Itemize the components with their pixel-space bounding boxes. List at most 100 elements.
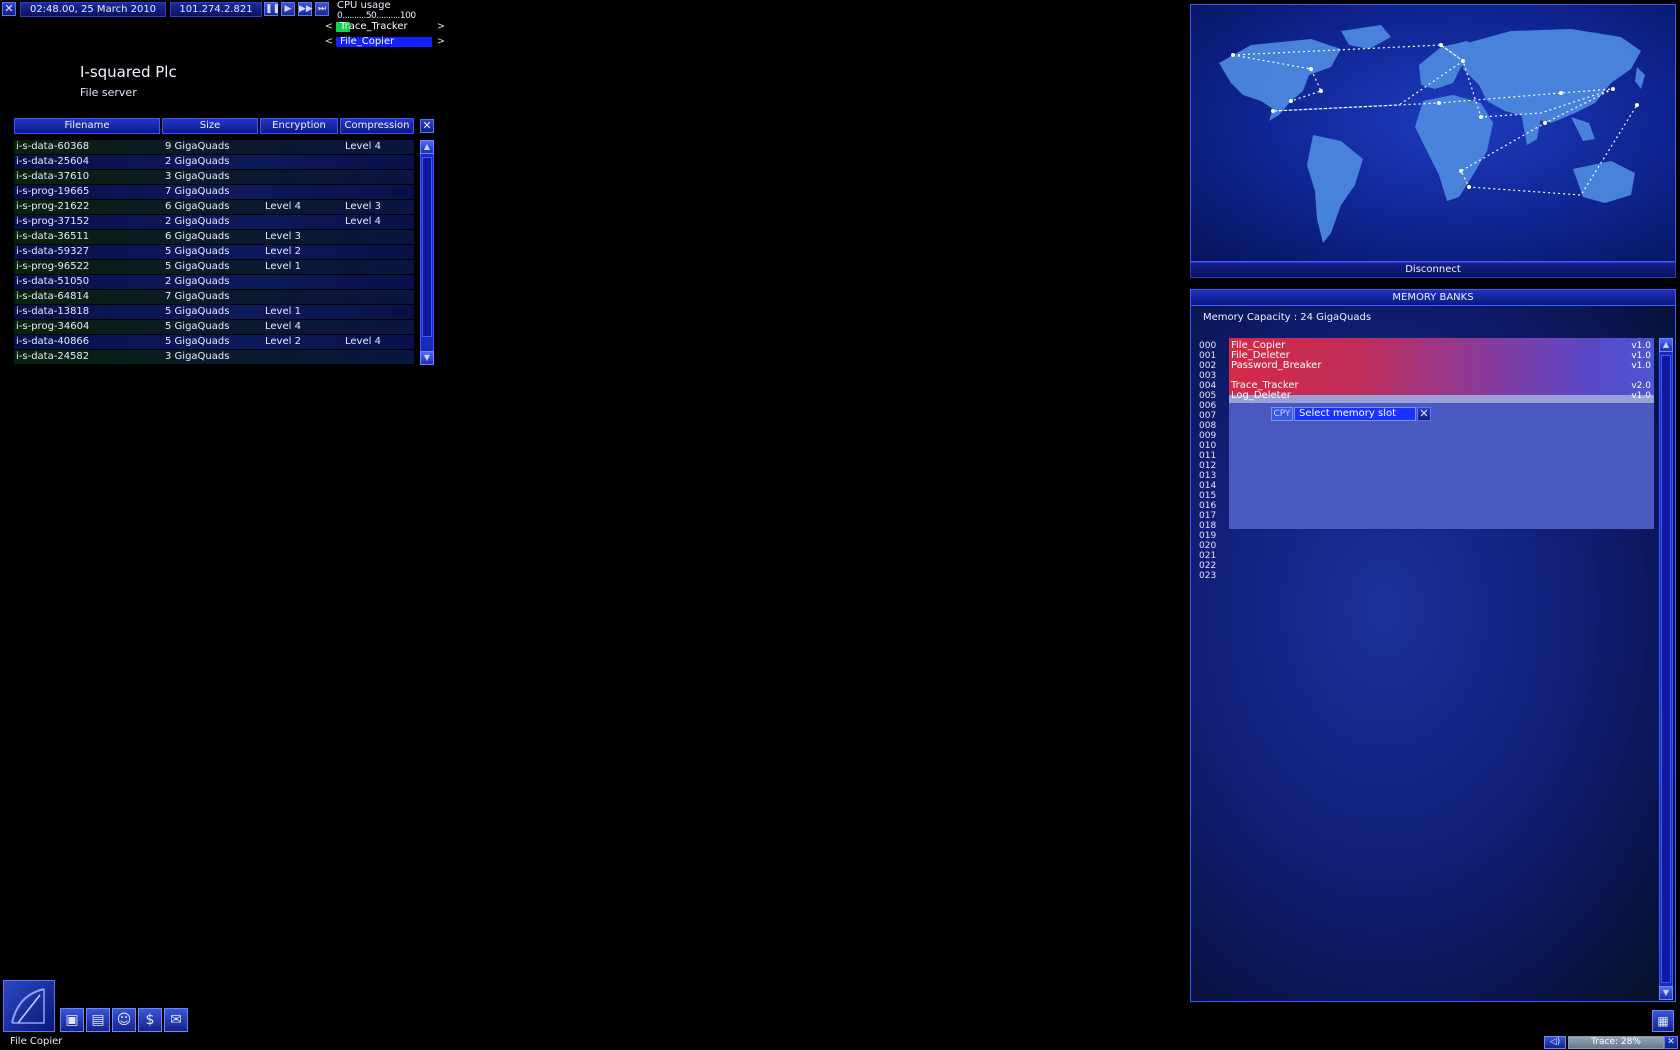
table-row[interactable]: i-s-prog-19665 7 GigaQuads <box>14 185 414 199</box>
trace-sound-icon[interactable]: ◁) <box>1544 1036 1566 1049</box>
cpu-usage-label: CPU usage <box>337 0 391 11</box>
mega-fast-forward-icon[interactable]: ⏭ <box>315 2 329 16</box>
memory-program-version: v1.0 <box>1631 351 1651 361</box>
file-size: 5 GigaQuads <box>165 246 230 257</box>
memory-slot-number: 009 <box>1199 431 1217 441</box>
hardware-icon[interactable]: ▣ <box>60 1008 84 1032</box>
table-row[interactable]: i-s-data-37610 3 GigaQuads <box>14 170 414 184</box>
file-size: 9 GigaQuads <box>165 141 230 152</box>
scroll-down-icon[interactable]: ▼ <box>420 351 434 365</box>
copy-tool-tag: CPY <box>1271 407 1293 421</box>
continents <box>1219 25 1645 243</box>
disconnect-button[interactable]: Disconnect <box>1190 262 1676 278</box>
table-row[interactable]: i-s-prog-96522 5 GigaQuads Level 1 <box>14 260 414 274</box>
increase-cpu-icon[interactable]: > <box>436 36 446 48</box>
table-row[interactable]: i-s-data-25604 2 GigaQuads <box>14 155 414 169</box>
table-row[interactable]: i-s-data-36511 6 GigaQuads Level 3 <box>14 230 414 244</box>
cpu-program-trace-tracker[interactable]: < Trace_Tracker > <box>324 21 446 33</box>
column-header-filename[interactable]: Filename <box>14 118 160 134</box>
file-name: i-s-data-51050 <box>16 276 90 287</box>
file-size: 2 GigaQuads <box>165 216 230 227</box>
software-menu-button[interactable] <box>3 980 55 1032</box>
world-map[interactable] <box>1190 4 1676 262</box>
table-row[interactable]: i-s-data-51050 2 GigaQuads <box>14 275 414 289</box>
memory-slot-number: 011 <box>1199 451 1217 461</box>
memory-scrollbar[interactable]: ▲ ▼ <box>1659 338 1673 1000</box>
scroll-thumb[interactable] <box>422 157 432 337</box>
table-row[interactable]: i-s-data-40866 5 GigaQuads Level 2 Level 4 <box>14 335 414 349</box>
table-row[interactable]: i-s-data-13818 5 GigaQuads Level 1 <box>14 305 414 319</box>
file-compression: Level 3 <box>345 201 381 212</box>
scroll-up-icon[interactable]: ▲ <box>420 140 434 154</box>
world-map-graphic <box>1219 25 1645 243</box>
column-header-size[interactable]: Size <box>162 118 258 134</box>
pause-icon[interactable]: ❚❚ <box>264 2 280 16</box>
memory-disk-icon[interactable]: ▤ <box>86 1008 110 1032</box>
trace-progress-bar: Trace: 28% <box>1568 1036 1664 1049</box>
person-status-icon[interactable]: ☺ <box>112 1008 136 1032</box>
memory-slot-number: 022 <box>1199 561 1217 571</box>
file-size: 7 GigaQuads <box>165 291 230 302</box>
memory-slot-highlight[interactable] <box>1229 395 1654 403</box>
program-name: File_Copier <box>340 36 395 47</box>
memory-free-region[interactable] <box>1229 403 1654 529</box>
play-icon[interactable]: ▶ <box>281 2 295 16</box>
file-name: i-s-data-25604 <box>16 156 90 167</box>
email-icon[interactable]: ✉ <box>164 1008 188 1032</box>
fast-forward-icon[interactable]: ▶▶ <box>298 2 313 16</box>
memory-slot-number: 019 <box>1199 531 1217 541</box>
memory-slot-number: 021 <box>1199 551 1217 561</box>
file-name: i-s-data-37610 <box>16 171 90 182</box>
file-list-scrollbar[interactable]: ▲ ▼ <box>420 140 434 365</box>
close-file-list-icon[interactable]: ✕ <box>420 119 434 133</box>
memory-slot-number: 014 <box>1199 481 1217 491</box>
trace-label: Trace: 28% <box>1591 1037 1641 1047</box>
table-row[interactable]: i-s-prog-21622 6 GigaQuads Level 4 Level 3 <box>14 200 414 214</box>
memory-slot-number: 016 <box>1199 501 1217 511</box>
file-name: i-s-prog-19665 <box>16 186 90 197</box>
table-row[interactable]: i-s-data-60368 9 GigaQuads Level 4 <box>14 140 414 154</box>
close-session-button[interactable]: ✕ <box>2 2 16 16</box>
table-row[interactable]: i-s-data-24582 3 GigaQuads <box>14 350 414 364</box>
scroll-up-icon[interactable]: ▲ <box>1659 338 1673 352</box>
scroll-down-icon[interactable]: ▼ <box>1659 986 1673 1000</box>
increase-cpu-icon[interactable]: > <box>436 21 446 33</box>
table-row[interactable]: i-s-data-64814 7 GigaQuads <box>14 290 414 304</box>
memory-capacity: Memory Capacity : 24 GigaQuads <box>1203 312 1372 323</box>
table-row[interactable]: i-s-data-59327 5 GigaQuads Level 2 <box>14 245 414 259</box>
program-name: Trace_Tracker <box>340 21 408 32</box>
file-compression: Level 4 <box>345 141 381 152</box>
cpu-program-file-copier[interactable]: < File_Copier > <box>324 36 446 48</box>
memory-slot-number: 003 <box>1199 371 1217 381</box>
file-size: 5 GigaQuads <box>165 261 230 272</box>
memory-program-log-deleter[interactable]: Log_Deleter <box>1231 391 1291 401</box>
memory-slot-number: 002 <box>1199 361 1217 371</box>
memory-slot-number: 023 <box>1199 571 1217 581</box>
file-name: i-s-data-40866 <box>16 336 90 347</box>
column-header-compression[interactable]: Compression <box>340 118 414 134</box>
file-name: i-s-prog-37152 <box>16 216 90 227</box>
file-name: i-s-data-24582 <box>16 351 90 362</box>
memory-slot-number: 020 <box>1199 541 1217 551</box>
cpu-scale: 0..........50..........100 <box>337 11 416 21</box>
date-time-display: 02:48.00, 25 March 2010 <box>20 2 166 17</box>
column-header-encryption[interactable]: Encryption <box>260 118 338 134</box>
memory-program-password-breaker[interactable]: Password_Breaker <box>1231 361 1321 371</box>
trace-close-icon[interactable]: ✕ <box>1664 1036 1678 1049</box>
finance-icon[interactable]: $ <box>138 1008 162 1032</box>
decrease-cpu-icon[interactable]: < <box>324 36 334 48</box>
ip-address-display[interactable]: 101.274.2.821 <box>170 2 262 17</box>
file-name: i-s-data-64814 <box>16 291 90 302</box>
select-memory-slot-dialog[interactable]: CPY Select memory slot ✕ <box>1271 407 1431 421</box>
memory-slot-number: 001 <box>1199 351 1217 361</box>
memory-slot-number: 017 <box>1199 511 1217 521</box>
file-encryption: Level 4 <box>265 321 301 332</box>
decrease-cpu-icon[interactable]: < <box>324 21 334 33</box>
scroll-thumb[interactable] <box>1661 355 1671 983</box>
close-dialog-icon[interactable]: ✕ <box>1417 407 1431 421</box>
notepad-icon[interactable]: ▦ <box>1652 1010 1674 1032</box>
memory-slot-number: 007 <box>1199 411 1217 421</box>
table-row[interactable]: i-s-prog-34604 5 GigaQuads Level 4 <box>14 320 414 334</box>
table-row[interactable]: i-s-prog-37152 2 GigaQuads Level 4 <box>14 215 414 229</box>
screen-subtitle: File server <box>80 86 137 99</box>
